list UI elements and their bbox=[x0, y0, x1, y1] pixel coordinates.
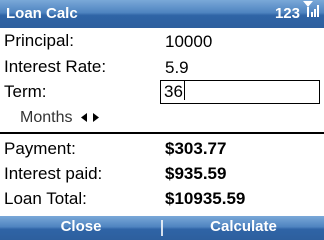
title-bar: Loan Calc 123 bbox=[0, 0, 324, 28]
term-label: Term: bbox=[4, 82, 47, 101]
principal-field[interactable]: 10000 bbox=[165, 31, 212, 53]
term-input-value: 36 bbox=[164, 82, 183, 101]
close-softkey[interactable]: Close bbox=[0, 216, 162, 240]
softkey-bar: Close Calculate bbox=[0, 216, 324, 240]
interest-rate-field[interactable]: 5.9 bbox=[165, 57, 189, 79]
term-unit-picker[interactable]: Months bbox=[20, 107, 100, 129]
payment-value: $303.77 bbox=[165, 139, 227, 158]
status-area: 123 bbox=[274, 1, 320, 23]
term-unit-label: Months bbox=[20, 109, 73, 126]
app-title: Loan Calc bbox=[6, 5, 78, 22]
interest-rate-label: Interest Rate: bbox=[4, 57, 107, 76]
input-mode-indicator: 123 bbox=[274, 5, 300, 22]
text-caret bbox=[183, 81, 185, 100]
arrow-right-icon[interactable] bbox=[93, 109, 100, 127]
loan-total-label: Loan Total: bbox=[4, 189, 87, 208]
payment-label: Payment: bbox=[4, 139, 76, 158]
arrow-left-icon[interactable] bbox=[81, 109, 88, 127]
signal-strength-icon bbox=[302, 0, 320, 23]
term-input[interactable]: 36 bbox=[160, 80, 320, 104]
calculate-softkey[interactable]: Calculate bbox=[163, 216, 324, 240]
interest-paid-value: $935.59 bbox=[165, 164, 227, 183]
divider bbox=[0, 132, 324, 134]
principal-label: Principal: bbox=[4, 31, 74, 50]
loan-total-value: $10935.59 bbox=[165, 189, 246, 208]
interest-paid-label: Interest paid: bbox=[4, 164, 103, 183]
